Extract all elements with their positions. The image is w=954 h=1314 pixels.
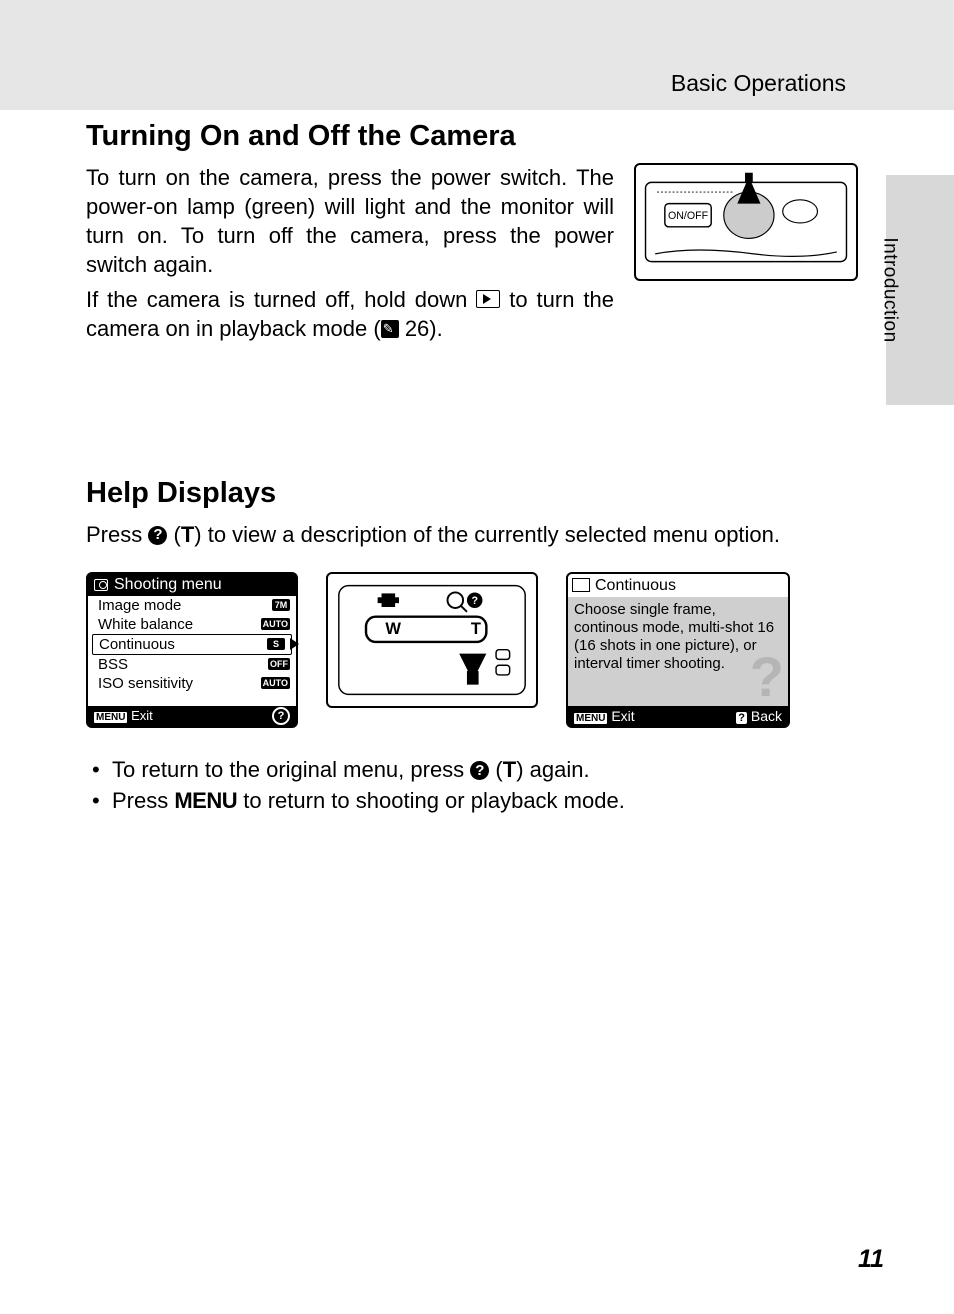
help-text-header: Continuous <box>568 574 788 597</box>
menu-badge: MENU <box>94 712 127 723</box>
bullet-2: Press MENU to return to shooting or play… <box>86 785 858 816</box>
shooting-menu-rows: Image mode7M White balanceAUTO Continuou… <box>88 596 296 693</box>
camera-top-illustration: ON/OFF <box>634 163 858 281</box>
t-icon: T <box>181 522 194 547</box>
t-icon: T <box>503 757 516 782</box>
shooting-menu-header: Shooting menu <box>88 574 296 596</box>
help-text-body: Choose single frame, continous mode, mul… <box>568 597 788 706</box>
menu-badge: MENU <box>574 713 607 724</box>
playback-icon <box>476 290 500 308</box>
section-tab-label: Introduction <box>878 237 900 342</box>
menu-word-icon: MENU <box>174 788 237 813</box>
section2-intro: Press (T) to view a description of the c… <box>86 520 858 550</box>
section2-bullets: To return to the original menu, press (T… <box>86 754 858 816</box>
section1-para2: If the camera is turned off, hold down t… <box>86 285 614 343</box>
menu-row-image-mode: Image mode7M <box>88 596 296 615</box>
menu-row-iso: ISO sensitivityAUTO <box>88 674 296 693</box>
menu-row-white-balance: White balanceAUTO <box>88 615 296 634</box>
continuous-icon <box>574 580 590 592</box>
bullet-1: To return to the original menu, press (T… <box>86 754 858 785</box>
svg-text:W: W <box>385 620 401 638</box>
menu-row-bss: BSSOFF <box>88 655 296 674</box>
section2: Help Displays Press (T) to view a descri… <box>86 477 858 816</box>
section-tab: Introduction <box>886 175 954 405</box>
menu-row-continuous: ContinuousS <box>92 634 292 655</box>
section1-para1: To turn on the camera, press the power s… <box>86 163 614 279</box>
onoff-label: ON/OFF <box>668 210 709 222</box>
page-ref-icon <box>381 320 399 338</box>
camera-back-illustration: W T ? <box>326 572 538 708</box>
help-icon <box>148 526 167 545</box>
content-area: Turning On and Off the Camera To turn on… <box>86 120 858 816</box>
help-icon <box>470 761 489 780</box>
help-panels-row: Shooting menu Image mode7M White balance… <box>86 572 858 728</box>
help-circle-icon: ? <box>272 707 290 725</box>
chapter-title: Basic Operations <box>671 70 846 97</box>
help-text-panel: Continuous Choose single frame, continou… <box>566 572 790 728</box>
section1-text: To turn on the camera, press the power s… <box>86 163 614 349</box>
help-badge: ? <box>736 712 747 724</box>
page-number: 11 <box>858 1245 884 1274</box>
camera-icon <box>94 579 108 591</box>
shooting-menu-panel: Shooting menu Image mode7M White balance… <box>86 572 298 728</box>
question-mark-watermark: ? <box>750 643 784 710</box>
section2-heading: Help Displays <box>86 477 858 510</box>
shooting-menu-footer: MENU Exit ? <box>88 706 296 726</box>
manual-page: Basic Operations Introduction Turning On… <box>0 0 954 1314</box>
svg-text:T: T <box>471 620 481 638</box>
section1-heading: Turning On and Off the Camera <box>86 120 858 153</box>
svg-text:?: ? <box>471 595 478 607</box>
